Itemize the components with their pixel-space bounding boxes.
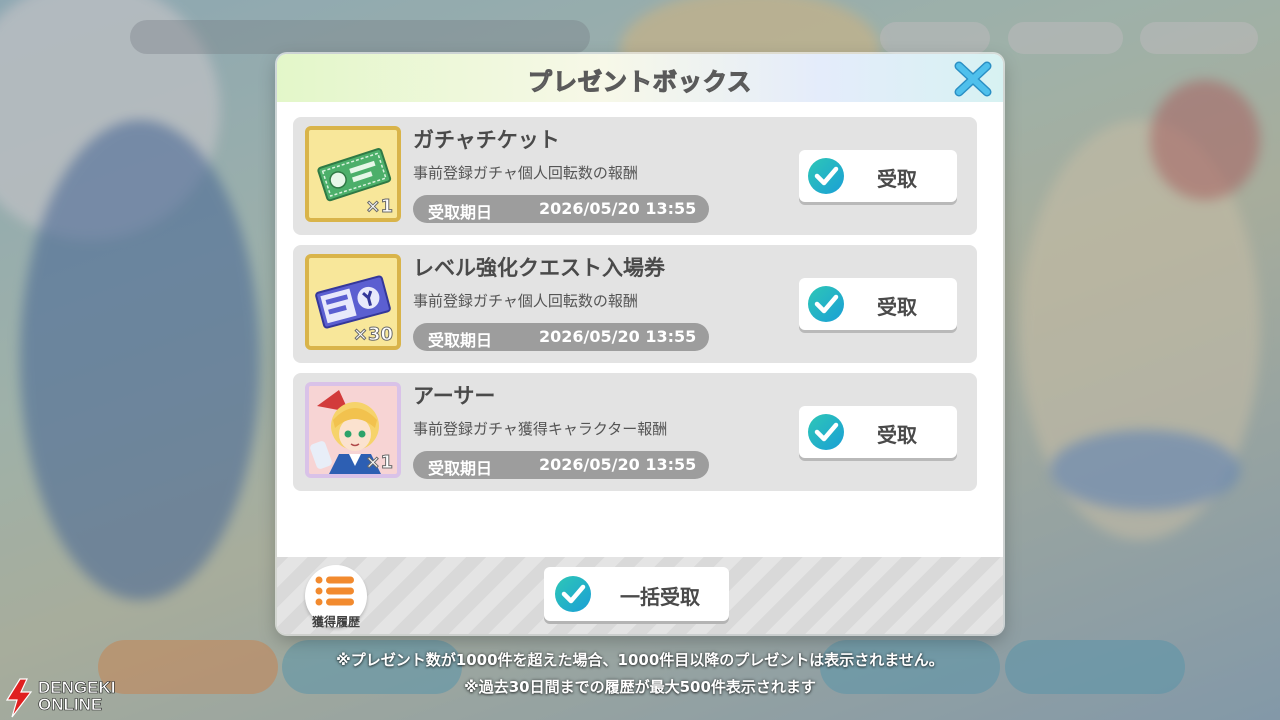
close-icon[interactable] bbox=[953, 60, 993, 98]
receive-button[interactable]: 受取 bbox=[799, 406, 957, 458]
level-quest-ticket-icon: ×30 bbox=[305, 254, 401, 350]
receive-label: 受取 bbox=[877, 167, 917, 191]
item-description: 事前登録ガチャ獲得キャラクター報酬 bbox=[413, 420, 668, 438]
deadline-label: 受取期日 bbox=[428, 331, 493, 350]
list-icon bbox=[315, 576, 354, 606]
notice-line: ※プレゼント数が1000件を超えた場合、1000件目以降のプレゼントは表示されま… bbox=[336, 651, 944, 669]
deadline-label: 受取期日 bbox=[428, 203, 493, 222]
deadline-pill: 受取期日 2026/05/20 13:55 bbox=[413, 451, 709, 479]
item-name: ガチャチケット bbox=[413, 128, 560, 152]
deadline-date: 2026/05/20 13:55 bbox=[539, 455, 697, 474]
dialog-footer: 獲得履歴 一括受取 bbox=[277, 557, 1003, 634]
bulk-receive-button[interactable]: 一括受取 bbox=[544, 567, 729, 621]
receive-button[interactable]: 受取 bbox=[799, 278, 957, 330]
item-quantity: ×1 bbox=[365, 196, 394, 218]
history-button[interactable]: 獲得履歴 bbox=[305, 565, 367, 629]
item-quantity: ×30 bbox=[352, 324, 393, 346]
gacha-ticket-icon: ×1 bbox=[305, 126, 401, 222]
check-icon bbox=[555, 576, 591, 612]
item-name: アーサー bbox=[413, 384, 496, 408]
present-item-row: ×30 レベル強化クエスト入場券 事前登録ガチャ個人回転数の報酬 受取期日 20… bbox=[293, 245, 977, 363]
dengeki-online-logo: DENGEKI ONLINE bbox=[4, 678, 124, 718]
deadline-pill: 受取期日 2026/05/20 13:55 bbox=[413, 323, 709, 351]
receive-label: 受取 bbox=[877, 423, 917, 447]
history-label: 獲得履歴 bbox=[311, 615, 360, 629]
item-description: 事前登録ガチャ個人回転数の報酬 bbox=[413, 292, 638, 310]
receive-button[interactable]: 受取 bbox=[799, 150, 957, 202]
check-icon bbox=[808, 158, 844, 194]
watermark-line2: ONLINE bbox=[38, 695, 103, 715]
bulk-receive-label: 一括受取 bbox=[620, 585, 700, 609]
check-icon bbox=[808, 414, 844, 450]
lightning-bolt-icon bbox=[5, 678, 33, 718]
item-name: レベル強化クエスト入場券 bbox=[413, 256, 665, 280]
deadline-pill: 受取期日 2026/05/20 13:55 bbox=[413, 195, 709, 223]
check-icon bbox=[808, 286, 844, 322]
notice-line: ※過去30日間までの履歴が最大500件表示されます bbox=[464, 678, 816, 696]
present-item-row: ×1 アーサー 事前登録ガチャ獲得キャラクター報酬 受取期日 2026/05/2… bbox=[293, 373, 977, 491]
receive-label: 受取 bbox=[877, 295, 917, 319]
item-description: 事前登録ガチャ個人回転数の報酬 bbox=[413, 164, 638, 182]
character-arthur-portrait: ×1 bbox=[305, 382, 401, 478]
dialog-header: プレゼントボックス bbox=[277, 54, 1003, 102]
deadline-date: 2026/05/20 13:55 bbox=[539, 199, 697, 218]
present-item-row: ×1 ガチャチケット 事前登録ガチャ個人回転数の報酬 受取期日 2026/05/… bbox=[293, 117, 977, 235]
deadline-date: 2026/05/20 13:55 bbox=[539, 327, 697, 346]
deadline-label: 受取期日 bbox=[428, 459, 493, 478]
present-box-dialog: プレゼントボックス ×1 ガチャチケット 事前登録ガチャ個人回転数の報酬 受取期… bbox=[277, 54, 1003, 634]
item-quantity: ×1 bbox=[365, 452, 394, 474]
dialog-title: プレゼントボックス bbox=[527, 67, 753, 96]
